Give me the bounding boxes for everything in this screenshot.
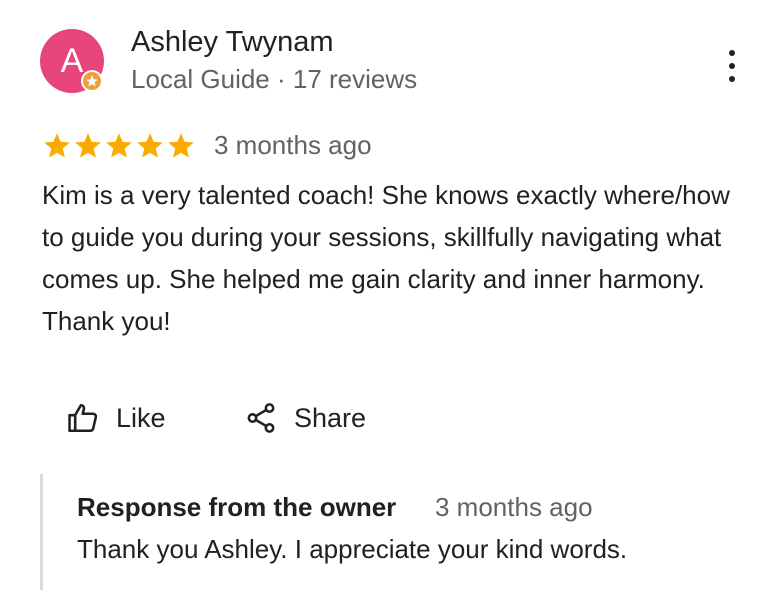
star-rating — [42, 131, 196, 161]
review-text: Kim is a very talented coach! She knows … — [42, 180, 730, 336]
star-filled-icon — [168, 133, 194, 158]
reviewer-name[interactable]: Ashley Twynam — [131, 26, 334, 59]
review-date: 3 months ago — [214, 130, 372, 160]
owner-response-date: 3 months ago — [435, 492, 593, 522]
like-label: Like — [116, 402, 166, 433]
like-button[interactable]: Like — [66, 396, 166, 440]
more-vert-icon-dot — [729, 63, 735, 69]
star-filled-icon — [106, 133, 132, 158]
star-filled-icon — [75, 133, 101, 158]
owner-response: Response from the owner 3 months ago Tha… — [40, 474, 723, 590]
share-label: Share — [294, 402, 367, 433]
owner-response-text: Thank you Ashley. I appreciate your kind… — [77, 534, 628, 564]
star-filled-icon — [44, 133, 70, 158]
local-guide-badge-icon — [81, 70, 103, 92]
more-options-button[interactable] — [720, 50, 744, 82]
reviewer-meta[interactable]: Local Guide · 17 reviews — [131, 64, 417, 95]
share-button[interactable]: Share — [244, 396, 366, 440]
owner-response-title: Response from the owner — [77, 492, 397, 522]
more-vert-icon-dot — [729, 50, 735, 56]
more-vert-icon-dot — [729, 76, 735, 82]
star-filled-icon — [137, 133, 163, 158]
share-icon — [247, 403, 275, 433]
thumbs-up-icon — [68, 403, 98, 433]
